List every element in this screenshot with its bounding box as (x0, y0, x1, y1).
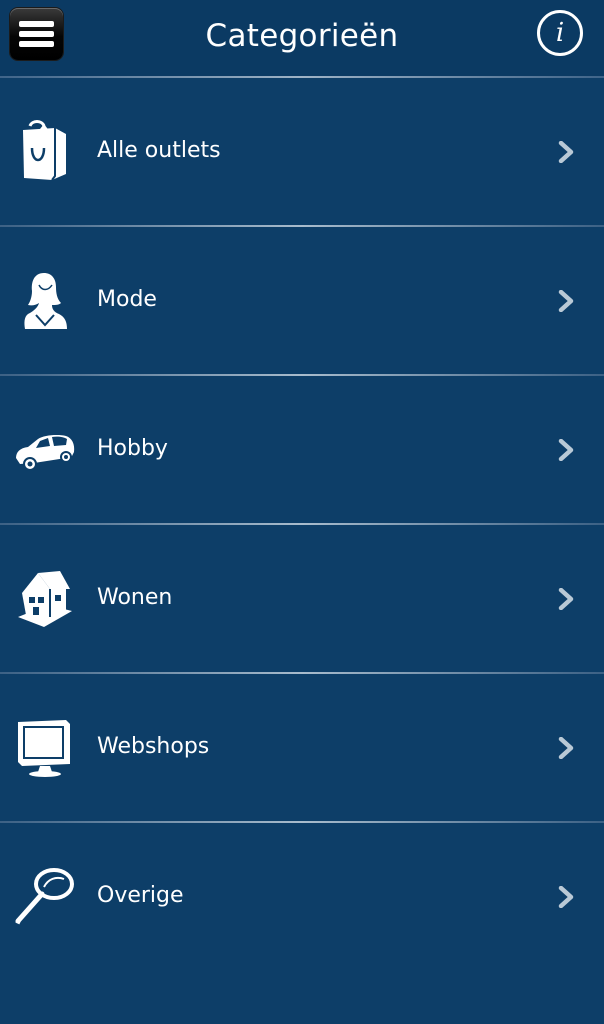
chevron-right-icon (558, 886, 574, 908)
category-item-webshops[interactable]: Webshops (0, 672, 604, 823)
header: Categorieën i (0, 0, 604, 76)
house-icon (18, 571, 72, 627)
category-label: Wonen (97, 585, 173, 610)
category-item-overige[interactable]: Overige (0, 821, 604, 972)
chevron-right-icon (558, 737, 574, 759)
category-label: Overige (97, 883, 184, 908)
category-item-wonen[interactable]: Wonen (0, 523, 604, 674)
chevron-right-icon (558, 141, 574, 163)
car-icon (16, 435, 75, 471)
category-item-mode[interactable]: Mode (0, 225, 604, 376)
category-label: Webshops (97, 734, 210, 759)
category-label: Alle outlets (97, 138, 221, 163)
chevron-right-icon (558, 439, 574, 461)
magnifier-icon (15, 868, 74, 925)
category-label: Hobby (97, 436, 168, 461)
chevron-right-icon (558, 290, 574, 312)
app: Categorieën i Alle outlets Mode Hobby Wo… (0, 0, 604, 1024)
woman-bust-icon (24, 273, 68, 329)
chevron-right-icon (558, 588, 574, 610)
page-title: Categorieën (205, 18, 399, 54)
shopping-bag-icon (23, 120, 66, 181)
category-item-alle-outlets[interactable]: Alle outlets (0, 78, 604, 227)
menu-button[interactable] (10, 8, 63, 60)
category-label: Mode (97, 287, 157, 312)
category-list: Alle outlets Mode Hobby Wonen Webshops O… (0, 78, 604, 972)
info-button[interactable]: i (537, 10, 583, 56)
info-icon: i (555, 18, 565, 48)
category-item-hobby[interactable]: Hobby (0, 374, 604, 525)
monitor-icon (18, 720, 70, 777)
